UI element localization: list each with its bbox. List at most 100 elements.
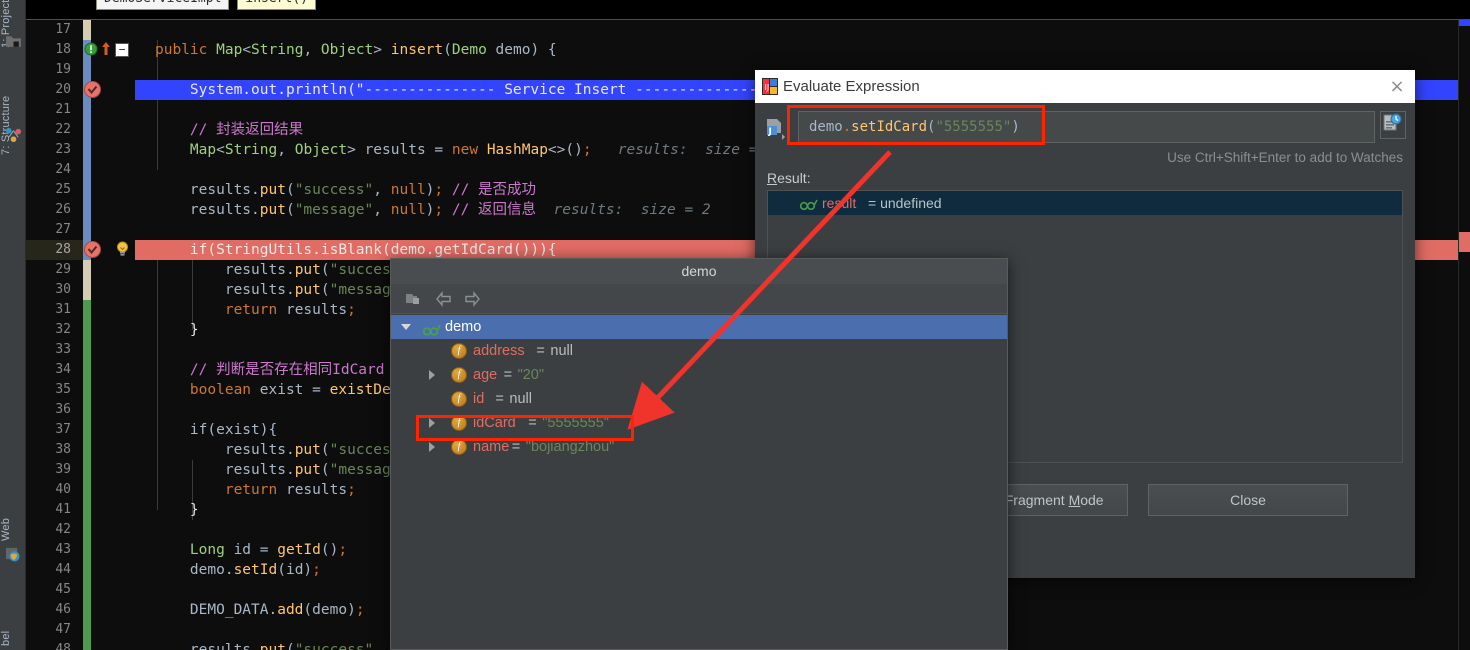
- tree-node-name: demo: [445, 315, 481, 339]
- line-number: 22: [31, 120, 71, 140]
- line-number: 43: [31, 540, 71, 560]
- breadcrumb: DemoServiceImpl insert(): [96, 0, 316, 10]
- tree-row[interactable]: fname="bojiangzhou": [391, 435, 1007, 459]
- code-fragment-mode-mnemonic: M: [1069, 492, 1081, 508]
- glasses-icon: [800, 193, 818, 217]
- chevron-right-icon[interactable]: [429, 418, 435, 428]
- line-number: 44: [31, 560, 71, 580]
- fold-collapse-icon[interactable]: −: [115, 43, 129, 57]
- expression-row: J demo.setIdCard("5555555"): [755, 103, 1415, 151]
- sidebar-item-web-label: Web: [0, 518, 12, 541]
- code-folding-column[interactable]: −: [113, 20, 135, 650]
- line-number: 28: [31, 240, 71, 260]
- line-number: 26: [31, 200, 71, 220]
- result-row[interactable]: result = undefined: [768, 191, 1402, 215]
- svg-text:J: J: [768, 127, 772, 137]
- line-number: 24: [31, 160, 71, 180]
- field-icon: f: [451, 415, 467, 431]
- tree-row[interactable]: fid=null: [391, 387, 1007, 411]
- line-number: 32: [31, 320, 71, 340]
- line-number: 40: [31, 480, 71, 500]
- expression-input[interactable]: demo.setIdCard("5555555"): [798, 111, 1375, 143]
- chevron-right-icon[interactable]: [429, 442, 435, 452]
- line-number: 45: [31, 580, 71, 600]
- vcs-stripe-added-1: [83, 40, 91, 260]
- code-fragment-mode-label-post: ode: [1080, 492, 1103, 508]
- web-globe-icon: [5, 546, 22, 563]
- close-button[interactable]: Close: [1148, 484, 1348, 516]
- result-label: Result:: [767, 170, 811, 186]
- field-icon: f: [451, 343, 467, 359]
- popup-toolbar[interactable]: [391, 284, 1007, 314]
- tree-node-value: null: [550, 339, 573, 363]
- tree-node-equals: =: [504, 363, 512, 387]
- demo-value-popup[interactable]: demo demofaddress=nullfage="20"fid=nullf…: [390, 258, 1008, 650]
- close-icon[interactable]: ×: [1387, 77, 1407, 97]
- line-number: 31: [31, 300, 71, 320]
- popup-title: demo: [391, 259, 1007, 284]
- dialog-title-bar: IJ Evaluate Expression ×: [755, 70, 1415, 103]
- intellij-app-icon: IJ: [762, 78, 778, 95]
- copy-value-icon[interactable]: [405, 290, 423, 308]
- result-value: = undefined: [868, 191, 942, 215]
- tree-node-name: name: [473, 435, 509, 459]
- sidebar-item-web[interactable]: Web: [0, 505, 26, 541]
- tree-row[interactable]: fage ="20": [391, 363, 1007, 387]
- tree-node-equals: =: [528, 411, 536, 435]
- error-stripe-marker-bar[interactable]: [1458, 20, 1470, 650]
- result-name: result: [822, 191, 856, 215]
- breakpoint-verified-icon-line28[interactable]: [84, 241, 102, 259]
- line-number: 27: [31, 220, 71, 240]
- java-language-icon[interactable]: J: [765, 116, 785, 138]
- field-icon: f: [451, 439, 467, 455]
- line-number: 33: [31, 340, 71, 360]
- back-arrow-icon[interactable]: [435, 290, 453, 308]
- line-number: 29: [31, 260, 71, 280]
- tree-row[interactable]: f address = null: [391, 339, 1007, 363]
- line-number: 47: [31, 620, 71, 640]
- sidebar-item-labels-label: bel: [0, 631, 12, 646]
- svg-text:IJ: IJ: [765, 83, 770, 92]
- watches-hint: Use Ctrl+Shift+Enter to add to Watches: [1167, 150, 1403, 165]
- tree-node-equals: =: [495, 387, 503, 411]
- tree-node-name: address: [473, 339, 525, 363]
- intention-bulb-icon[interactable]: [115, 241, 133, 259]
- line-number: 41: [31, 500, 71, 520]
- expression-history-icon[interactable]: [1380, 111, 1406, 139]
- editor-gutter[interactable]: 1718192021222324252627282930313233343536…: [26, 20, 113, 650]
- tree-node-equals: =: [536, 339, 544, 363]
- line-number: 48: [31, 640, 71, 650]
- dialog-title: Evaluate Expression: [783, 78, 920, 95]
- line-number: 20: [31, 80, 71, 100]
- code-line[interactable]: public Map<String, Object> insert(Demo d…: [135, 40, 1470, 60]
- tree-node-value: "20": [518, 363, 544, 387]
- tree-node-equals: =: [512, 435, 520, 459]
- line-number: 17: [31, 20, 71, 40]
- tree-node-name: age: [473, 363, 497, 387]
- breakpoint-verified-icon-line20[interactable]: [84, 81, 102, 99]
- result-label-mnemonic: R: [767, 170, 777, 186]
- chevron-right-icon[interactable]: [429, 370, 435, 380]
- chevron-down-icon[interactable]: [401, 324, 411, 330]
- line-number: 36: [31, 400, 71, 420]
- forward-arrow-icon[interactable]: [463, 290, 481, 308]
- breadcrumb-item-method[interactable]: insert(): [237, 0, 316, 10]
- tree-row[interactable]: fidCard="5555555": [391, 411, 1007, 435]
- sidebar-item-labels[interactable]: bel: [0, 610, 26, 646]
- code-line[interactable]: [135, 20, 1470, 40]
- tree-node-name: idCard: [473, 411, 516, 435]
- line-number: 46: [31, 600, 71, 620]
- tree-node-name: id: [473, 387, 484, 411]
- breadcrumb-item-class[interactable]: DemoServiceImpl: [96, 0, 229, 10]
- marker-breakpoint-line: [1459, 232, 1470, 252]
- vcs-stripe-modified: [83, 20, 91, 40]
- line-number: 25: [31, 180, 71, 200]
- line-number: 19: [31, 60, 71, 80]
- field-icon: f: [451, 367, 467, 383]
- line-number: 21: [31, 100, 71, 120]
- tree-row[interactable]: demo: [391, 315, 1007, 339]
- project-folder-icon: [5, 33, 22, 50]
- line-number: 37: [31, 420, 71, 440]
- structure-graph-icon: [5, 126, 22, 143]
- line-number: 34: [31, 360, 71, 380]
